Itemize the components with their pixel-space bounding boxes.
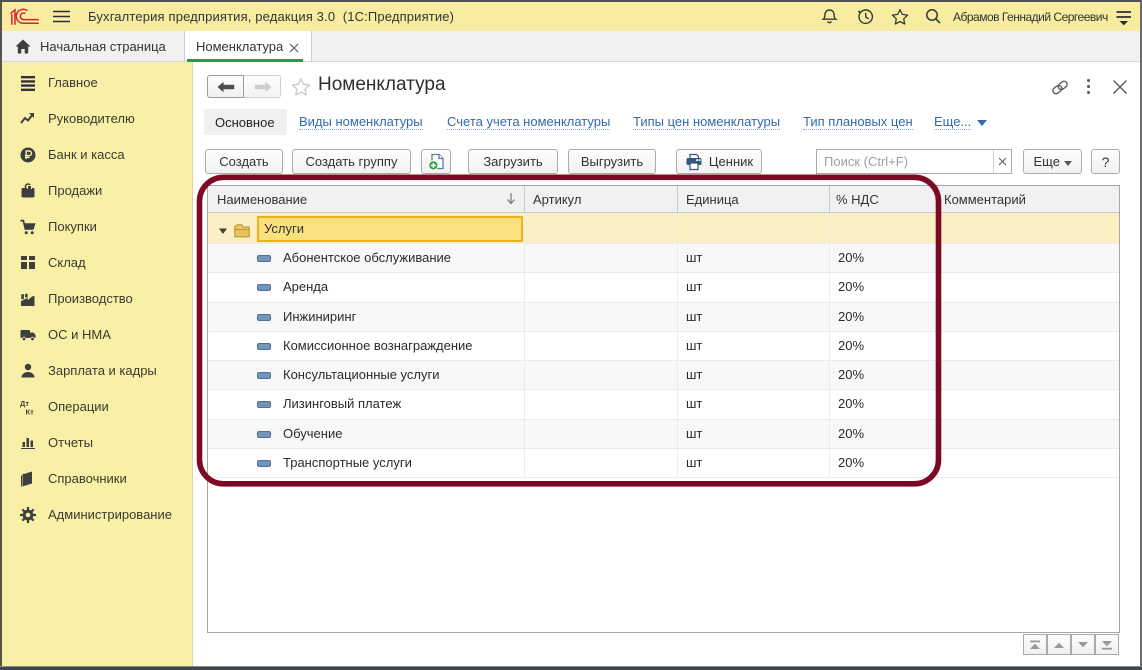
svg-text:Кт: Кт <box>26 408 35 416</box>
